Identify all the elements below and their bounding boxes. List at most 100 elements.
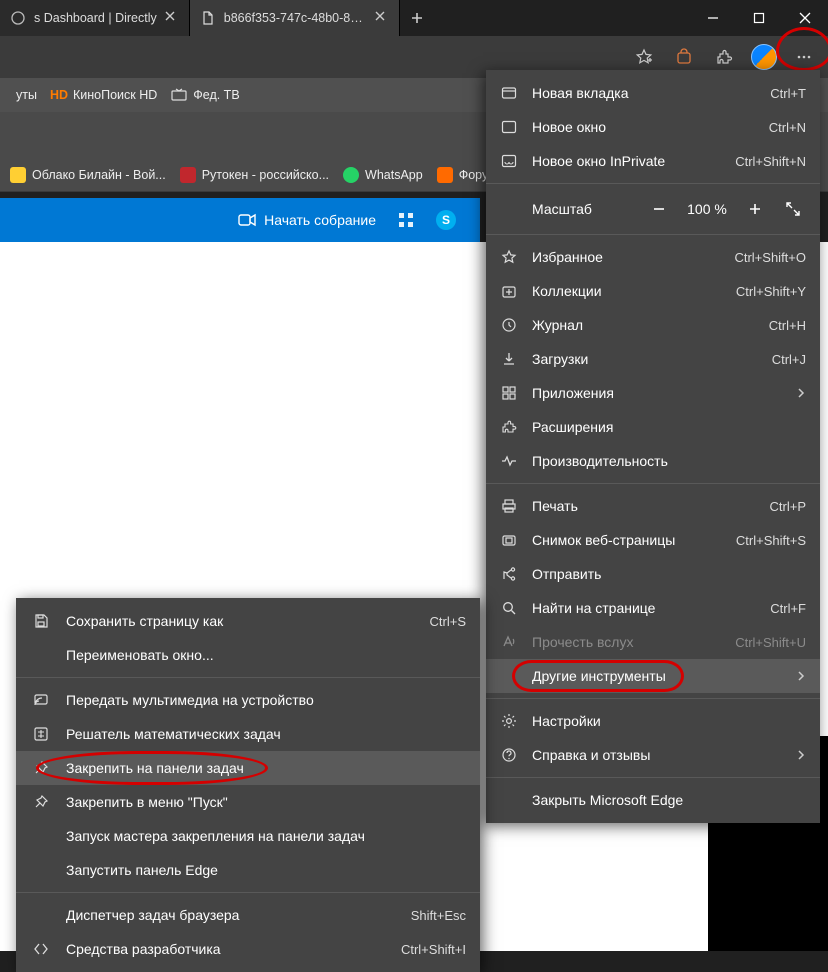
menu-label: Закрепить на панели задач: [66, 760, 466, 776]
skype-icon[interactable]: S: [436, 210, 456, 230]
tab-favicon: [10, 10, 26, 26]
submenu-launch-panel[interactable]: Запустить панель Edge: [16, 853, 480, 887]
menu-label: Производительность: [532, 453, 806, 469]
chevron-right-icon: [796, 671, 806, 681]
menu-settings[interactable]: Настройки: [486, 704, 820, 738]
submenu-task-manager[interactable]: Диспетчер задач браузера Shift+Esc: [16, 898, 480, 932]
menu-shortcut: Ctrl+Shift+O: [734, 250, 806, 265]
inprivate-icon: [500, 153, 518, 169]
menu-label: Сохранить страницу как: [66, 613, 416, 629]
more-tools-submenu: Сохранить страницу как Ctrl+S Переименов…: [16, 598, 480, 972]
tab-label: s Dashboard | Directly: [34, 11, 157, 25]
menu-label: Запустить панель Edge: [66, 862, 466, 878]
submenu-pin-taskbar[interactable]: Закрепить на панели задач: [16, 751, 480, 785]
favorites-item[interactable]: Рутокен - российско...: [180, 167, 329, 183]
window-icon: [500, 119, 518, 135]
menu-find[interactable]: Найти на странице Ctrl+F: [486, 591, 820, 625]
favorites-item[interactable]: WhatsApp: [343, 167, 423, 183]
submenu-devtools[interactable]: Средства разработчика Ctrl+Shift+I: [16, 932, 480, 966]
maximize-button[interactable]: [736, 0, 782, 36]
menu-shortcut: Ctrl+F: [770, 601, 806, 616]
menu-favorites[interactable]: Избранное Ctrl+Shift+O: [486, 240, 820, 274]
document-icon: [200, 10, 216, 26]
menu-inprivate[interactable]: Новое окно InPrivate Ctrl+Shift+N: [486, 144, 820, 178]
menu-history[interactable]: Журнал Ctrl+H: [486, 308, 820, 342]
fullscreen-button[interactable]: [776, 194, 810, 224]
menu-label: Настройки: [532, 713, 806, 729]
menu-new-tab[interactable]: Новая вкладка Ctrl+T: [486, 76, 820, 110]
menu-new-window[interactable]: Новое окно Ctrl+N: [486, 110, 820, 144]
menu-label: Печать: [532, 498, 756, 514]
menu-label: Журнал: [532, 317, 755, 333]
menu-label: Новое окно InPrivate: [532, 153, 721, 169]
help-icon: [500, 747, 518, 763]
menu-label: Диспетчер задач браузера: [66, 907, 397, 923]
star-icon: [500, 249, 518, 265]
submenu-math[interactable]: Решатель математических задач: [16, 717, 480, 751]
favorites-item[interactable]: Облако Билайн - Вой...: [10, 167, 166, 183]
window-controls: [690, 0, 828, 36]
close-icon[interactable]: [375, 11, 389, 25]
menu-extensions[interactable]: Расширения: [486, 410, 820, 444]
favorites-label: КиноПоиск HD: [73, 88, 157, 102]
history-icon: [500, 317, 518, 333]
submenu-rename-window[interactable]: Переименовать окно...: [16, 638, 480, 672]
minimize-button[interactable]: [690, 0, 736, 36]
menu-apps[interactable]: Приложения: [486, 376, 820, 410]
menu-shortcut: Ctrl+Shift+N: [735, 154, 806, 169]
extensions-icon: [500, 419, 518, 435]
menu-collections[interactable]: Коллекции Ctrl+Shift+Y: [486, 274, 820, 308]
close-icon[interactable]: [165, 11, 179, 25]
favorites-item[interactable]: уты: [10, 88, 37, 102]
zoom-in-button[interactable]: [738, 194, 772, 224]
menu-help[interactable]: Справка и отзывы: [486, 738, 820, 772]
zoom-out-button[interactable]: [642, 194, 676, 224]
close-window-button[interactable]: [782, 0, 828, 36]
menu-close-edge[interactable]: Закрыть Microsoft Edge: [486, 783, 820, 817]
submenu-cast[interactable]: Передать мультимедиа на устройство: [16, 683, 480, 717]
menu-shortcut: Ctrl+T: [770, 86, 806, 101]
outlook-bar: Начать собрание S: [0, 198, 480, 242]
tab-active[interactable]: b866f353-747c-48b0-8620-7d88: [190, 0, 400, 36]
menu-shortcut: Ctrl+Shift+Y: [736, 284, 806, 299]
submenu-pin-wizard[interactable]: Запуск мастера закрепления на панели зад…: [16, 819, 480, 853]
menu-shortcut: Ctrl+Shift+S: [736, 533, 806, 548]
submenu-save-as[interactable]: Сохранить страницу как Ctrl+S: [16, 604, 480, 638]
shopping-icon[interactable]: [666, 41, 702, 73]
apps-icon: [500, 385, 518, 401]
site-icon: [10, 167, 26, 183]
hd-icon: HD: [51, 87, 67, 103]
search-icon: [500, 600, 518, 616]
menu-print[interactable]: Печать Ctrl+P: [486, 489, 820, 523]
new-tab-button[interactable]: [400, 0, 434, 36]
submenu-pin-start[interactable]: Закрепить в меню "Пуск": [16, 785, 480, 819]
main-menu: Новая вкладка Ctrl+T Новое окно Ctrl+N Н…: [486, 70, 820, 823]
favorites-item[interactable]: HD КиноПоиск HD: [51, 87, 157, 103]
menu-label: Новая вкладка: [532, 85, 756, 101]
extensions-icon[interactable]: [706, 41, 742, 73]
menu-shortcut: Shift+Esc: [411, 908, 466, 923]
menu-more-tools[interactable]: Другие инструменты: [486, 659, 820, 693]
menu-label: Прочесть вслух: [532, 634, 721, 650]
menu-shortcut: Ctrl+N: [769, 120, 806, 135]
share-icon: [500, 566, 518, 582]
menu-separator: [16, 892, 480, 893]
math-icon: [30, 726, 52, 742]
video-icon: [238, 213, 256, 227]
menu-performance[interactable]: Производительность: [486, 444, 820, 478]
more-menu-button[interactable]: [786, 41, 822, 73]
apps-grid-icon[interactable]: [398, 212, 414, 228]
start-meeting-button[interactable]: Начать собрание: [238, 212, 376, 228]
tab-dashboard[interactable]: s Dashboard | Directly: [0, 0, 190, 36]
profile-avatar[interactable]: [746, 41, 782, 73]
save-icon: [30, 613, 52, 629]
menu-zoom-row: Масштаб 100 %: [486, 189, 820, 229]
menu-label: Переименовать окно...: [66, 647, 466, 663]
menu-downloads[interactable]: Загрузки Ctrl+J: [486, 342, 820, 376]
favorites-item[interactable]: Фед. ТВ: [171, 88, 239, 102]
menu-read-aloud: Прочесть вслух Ctrl+Shift+U: [486, 625, 820, 659]
menu-share[interactable]: Отправить: [486, 557, 820, 591]
favorites-star-icon[interactable]: [626, 41, 662, 73]
menu-label: Закрыть Microsoft Edge: [532, 792, 806, 808]
menu-capture[interactable]: Снимок веб-страницы Ctrl+Shift+S: [486, 523, 820, 557]
